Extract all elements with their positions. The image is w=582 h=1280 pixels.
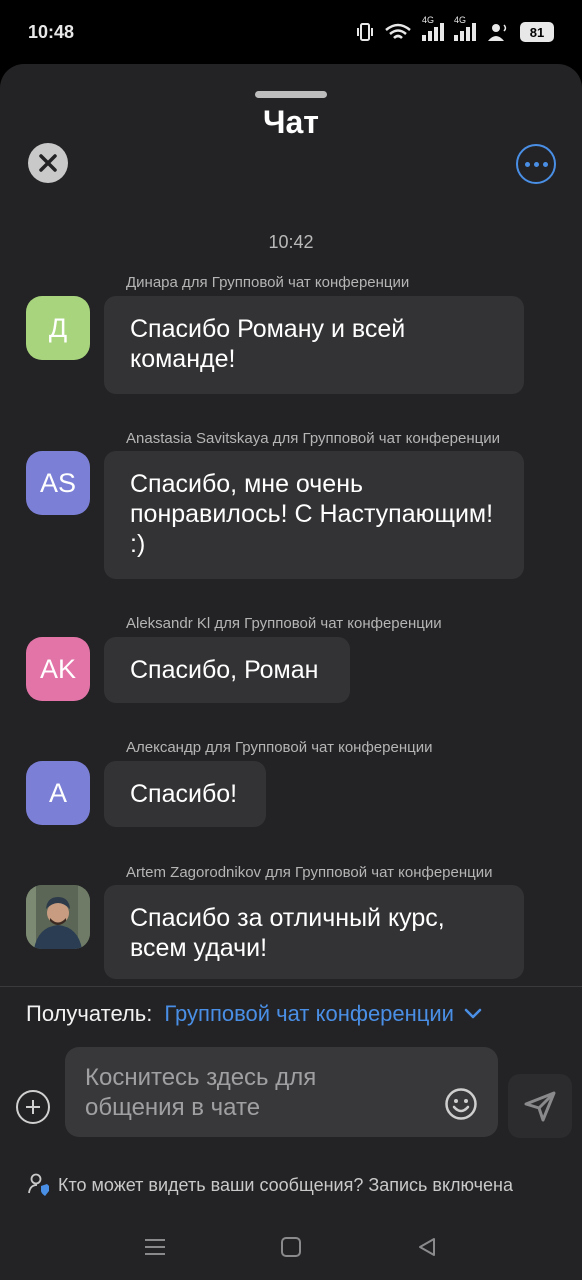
chat-timestamp: 10:42 bbox=[268, 232, 314, 252]
sheet-drag-handle[interactable] bbox=[255, 91, 327, 98]
recipient-value[interactable]: Групповой чат конференции bbox=[164, 1001, 454, 1027]
chat-sheet: Чат 10:42 Динара для Групповой чат конфе… bbox=[0, 64, 582, 1280]
message-sender: Anastasia Savitskaya для Групповой чат к… bbox=[126, 430, 500, 447]
more-dot-icon bbox=[533, 161, 539, 167]
signal-bar bbox=[428, 31, 432, 41]
avatar[interactable]: Д bbox=[26, 296, 90, 360]
signal-bar bbox=[460, 31, 464, 41]
message-bubble[interactable]: Спасибо за отличный курс, всем удачи! bbox=[104, 885, 524, 979]
message-bubble[interactable]: Спасибо Роману и всей команде! bbox=[104, 296, 524, 394]
signal-bar bbox=[454, 35, 458, 41]
avatar[interactable]: A bbox=[26, 761, 90, 825]
signal-bar bbox=[472, 23, 476, 41]
status-bar: 10:48 4G 4G 81 bbox=[0, 0, 582, 64]
system-navigation-bar bbox=[0, 1214, 582, 1280]
person-photo-icon bbox=[26, 885, 90, 949]
message-sender: Artem Zagorodnikov для Групповой чат кон… bbox=[126, 864, 493, 881]
signal-bar bbox=[466, 27, 470, 41]
signal-2-icon: 4G bbox=[454, 15, 476, 41]
user-shield-icon bbox=[28, 1173, 49, 1196]
avatar[interactable]: AS bbox=[26, 451, 90, 515]
hotspot-user-icon bbox=[488, 24, 507, 41]
chat-input-placeholder: Коснитесь здесь для общения в чате bbox=[85, 1064, 317, 1121]
more-dot-icon bbox=[542, 161, 548, 167]
message-bubble[interactable]: Спасибо! bbox=[104, 761, 266, 827]
signal-1-icon: 4G bbox=[422, 15, 444, 41]
message-sender: Динара для Групповой чат конференции bbox=[126, 274, 410, 291]
privacy-info[interactable]: Кто может видеть ваши сообщения? Запись … bbox=[28, 1170, 568, 1200]
avatar[interactable]: AK bbox=[26, 637, 90, 701]
wifi-icon bbox=[385, 23, 411, 39]
avatar-photo[interactable] bbox=[26, 885, 90, 949]
status-icons: 4G 4G 81 bbox=[356, 15, 554, 42]
more-dot-icon bbox=[524, 161, 530, 167]
message-bubble[interactable]: Спасибо, мне очень понравилось! С Наступ… bbox=[104, 451, 524, 579]
chat-message-input[interactable]: Коснитесь здесь для общения в чате bbox=[65, 1047, 498, 1137]
signal-2-label: 4G bbox=[454, 15, 467, 25]
send-button[interactable] bbox=[508, 1074, 572, 1138]
recipient-selector[interactable]: Получатель: Групповой чат конференции bbox=[0, 986, 582, 1040]
menu-icon[interactable] bbox=[144, 1237, 166, 1257]
privacy-text: Кто может видеть ваши сообщения? Запись … bbox=[58, 1174, 514, 1195]
send-icon bbox=[524, 1091, 556, 1122]
recipient-label: Получатель: bbox=[26, 1000, 153, 1026]
close-button[interactable] bbox=[28, 143, 68, 183]
add-attachment-button[interactable] bbox=[16, 1090, 50, 1124]
message-bubble[interactable]: Спасибо, Роман bbox=[104, 637, 350, 703]
home-icon[interactable] bbox=[280, 1236, 302, 1258]
signal-bar bbox=[422, 35, 426, 41]
vibrate-icon bbox=[357, 23, 373, 41]
close-icon bbox=[39, 154, 57, 172]
battery-indicator: 81 bbox=[520, 22, 554, 42]
page-title: Чат bbox=[263, 104, 319, 140]
message-sender: Aleksandr Kl для Групповой чат конференц… bbox=[126, 615, 442, 632]
plus-icon bbox=[26, 1100, 40, 1114]
message-sender: Александр для Групповой чат конференции bbox=[126, 739, 433, 756]
signal-bar bbox=[440, 23, 444, 41]
more-options-button[interactable] bbox=[516, 144, 556, 184]
back-icon[interactable] bbox=[416, 1236, 438, 1258]
emoji-icon[interactable] bbox=[444, 1087, 478, 1121]
signal-1-label: 4G bbox=[422, 15, 435, 25]
chevron-down-icon[interactable] bbox=[464, 1008, 482, 1020]
status-time: 10:48 bbox=[28, 21, 75, 42]
signal-bar bbox=[434, 27, 438, 41]
